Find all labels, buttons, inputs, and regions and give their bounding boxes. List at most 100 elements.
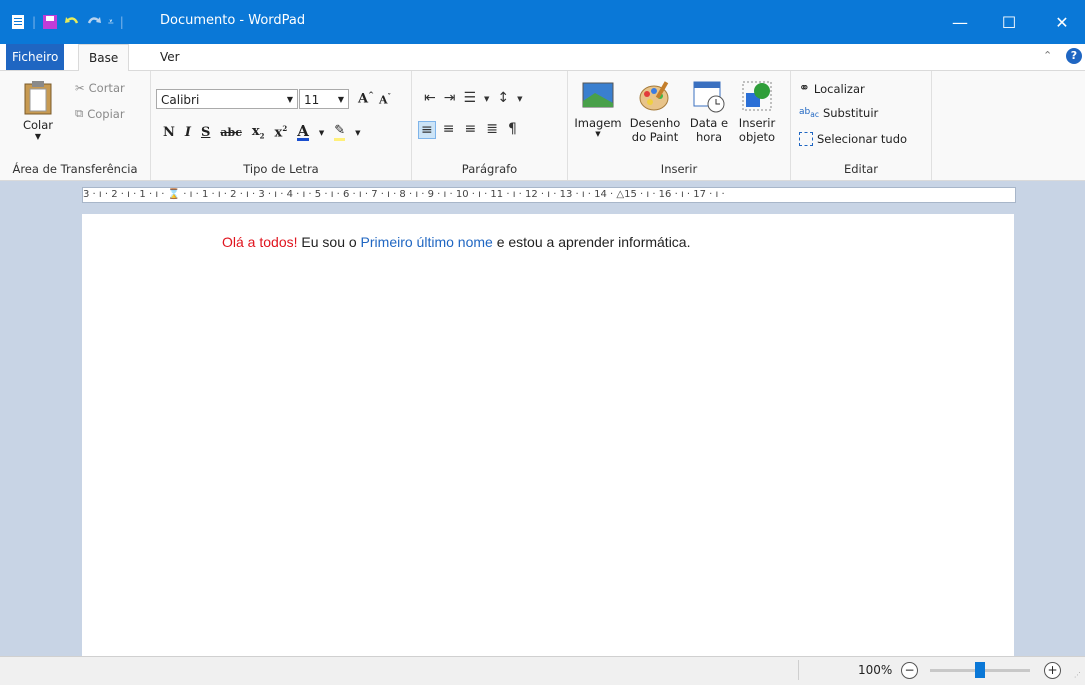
redo-icon[interactable] [86,14,102,30]
clipboard-group-label: Área de Transferência [12,162,138,176]
highlight-pen-icon[interactable]: ✎ [334,124,346,141]
image-button[interactable]: Imagem ▼ [573,79,623,138]
zoom-slider[interactable] [930,662,1030,678]
cut-button[interactable]: ✂ Cortar [75,81,125,95]
insert-group: Imagem ▼ Desenho do Paint Data e hora In… [568,71,791,180]
ribbon-tabs: Ficheiro Base Ver ⌃ ? [0,44,1085,72]
font-family-value: Calibri [161,93,200,107]
italic-button[interactable]: I [185,125,191,140]
font-color-dropdown-icon[interactable]: ▼ [319,129,324,137]
title-bar: | ⩡ | Documento - WordPad — ☐ ✕ [0,0,1085,44]
replace-button[interactable]: abac Substituir [799,106,878,120]
justify-icon[interactable]: ≣ [483,121,501,139]
align-right-icon[interactable]: ≡ [461,121,479,139]
paint-palette-icon [639,81,669,111]
ruler-scale[interactable]: 3 · ı · 2 · ı · 1 · ı · ⌛ · ı · 1 · ı · … [82,187,1016,203]
line-spacing-icon[interactable]: ↕ [497,90,509,108]
bullet-dropdown-icon[interactable]: ▼ [484,90,489,108]
insert-object-button[interactable]: Inserir objeto [734,79,780,144]
date-time-label-2: hora [695,130,723,144]
highlight-dropdown-icon[interactable]: ▼ [355,129,360,137]
copy-button[interactable]: ⧉ Copiar [75,106,125,121]
replace-label: Substituir [822,106,879,120]
replace-icon: abac [799,107,819,119]
wordpad-app-icon[interactable] [10,14,26,30]
grow-font-icon[interactable]: A^ [358,90,374,106]
tab-view[interactable]: Ver [150,44,190,70]
image-dropdown-icon[interactable]: ▼ [573,130,623,138]
subscript-icon[interactable]: x2 [252,124,265,141]
paste-button[interactable]: Colar ▼ [18,79,58,141]
close-button[interactable]: ✕ [1039,0,1085,44]
zoom-out-icon[interactable]: − [901,662,918,679]
tab-base[interactable]: Base [78,44,130,72]
paragraph-settings-icon[interactable]: ¶ [505,121,520,139]
calendar-clock-icon [693,81,725,113]
minimize-button[interactable]: — [937,0,983,44]
copy-icon: ⧉ [75,106,84,120]
insert-group-label: Inserir [660,162,698,176]
bold-button[interactable]: N [163,125,175,140]
strikethrough-button[interactable]: abc [220,126,242,139]
document-area: Olá a todos! Eu sou o Primeiro último no… [0,214,1085,656]
collapse-ribbon-icon[interactable]: ⌃ [1043,49,1052,62]
close-icon: ✕ [1055,12,1069,32]
document-page[interactable]: Olá a todos! Eu sou o Primeiro último no… [82,214,1014,656]
increase-indent-icon[interactable]: ⇥ [444,90,456,108]
copy-label: Copiar [87,106,125,121]
ruler[interactable]: 3 · ı · 2 · ı · 1 · ı · ⌛ · ı · 1 · ı · … [0,181,1085,214]
paragraph-group: ⇤ ⇥ ☰ ▼ ↕ ▼ ≡ ≡ ≡ ≣ ¶ Parágrafo [412,71,568,180]
save-icon[interactable] [42,14,58,30]
resize-grip-icon[interactable]: ⋰ [1074,671,1081,679]
greeting-text: Olá a todos! [222,234,298,250]
help-icon[interactable]: ? [1066,48,1082,64]
date-time-button[interactable]: Data e hora [686,79,732,144]
decrease-indent-icon[interactable]: ⇤ [424,90,436,108]
line-spacing-dropdown-icon[interactable]: ▼ [517,90,522,108]
image-icon [582,82,614,108]
undo-icon[interactable] [64,14,80,30]
tab-file[interactable]: Ficheiro [6,44,64,70]
font-size-value: 11 [304,93,320,107]
maximize-icon: ☐ [1001,12,1017,32]
zoom-in-icon[interactable]: + [1044,662,1061,679]
ribbon: Colar ▼ ✂ Cortar ⧉ Copiar Área de Transfer… [0,71,1085,181]
maximize-button[interactable]: ☐ [986,0,1032,44]
zoom-slider-thumb[interactable] [975,662,985,678]
rest-text: e estou a aprender informática. [492,234,691,250]
align-center-icon[interactable]: ≡ [440,121,458,139]
clipboard-group: Colar ▼ ✂ Cortar ⧉ Copiar Área de Transfer… [0,71,151,180]
minimize-icon: — [952,12,968,32]
insert-object-label-2: objeto [738,130,776,144]
customize-toolbar-icon[interactable]: ⩡ [108,17,114,28]
select-all-label: Selecionar tudo [817,132,908,146]
edit-group: ⚭ Localizar abac Substituir Selecionar tud… [791,71,932,180]
binoculars-icon: ⚭ [799,81,810,96]
align-left-icon[interactable]: ≡ [418,121,436,139]
superscript-icon[interactable]: x2 [275,124,288,140]
font-group-label: Tipo de Letra [243,162,319,176]
image-label: Imagem [574,116,622,130]
object-icon [742,81,772,111]
shrink-font-icon[interactable]: Aˇ [379,92,391,107]
find-label: Localizar [813,81,865,96]
find-button[interactable]: ⚭ Localizar [799,81,865,96]
font-color-icon[interactable]: A [297,124,309,141]
bullet-list-icon[interactable]: ☰ [463,90,476,108]
select-all-icon [799,132,813,146]
paragraph-group-label: Parágrafo [461,162,518,176]
window-title: Documento - WordPad [160,13,306,28]
font-group: Calibri ▼ 11 ▼ A^ Aˇ N I S abc x2 x2 A ▼ ✎… [151,71,412,180]
paste-icon [24,81,52,115]
chevron-down-icon: ▼ [286,95,293,104]
document-text[interactable]: Olá a todos! Eu sou o Primeiro último no… [222,234,690,250]
select-all-button[interactable]: Selecionar tudo [799,132,907,146]
paste-dropdown-icon[interactable]: ▼ [18,132,58,141]
paint-drawing-button[interactable]: Desenho do Paint [626,79,684,144]
paint-label-1: Desenho [629,116,681,130]
status-bar: 100% − + ⋰ [0,656,1085,685]
underline-button[interactable]: S [201,125,210,140]
scissors-icon: ✂ [75,81,85,95]
font-size-select[interactable]: 11 ▼ [299,89,349,109]
font-family-select[interactable]: Calibri ▼ [156,89,298,109]
